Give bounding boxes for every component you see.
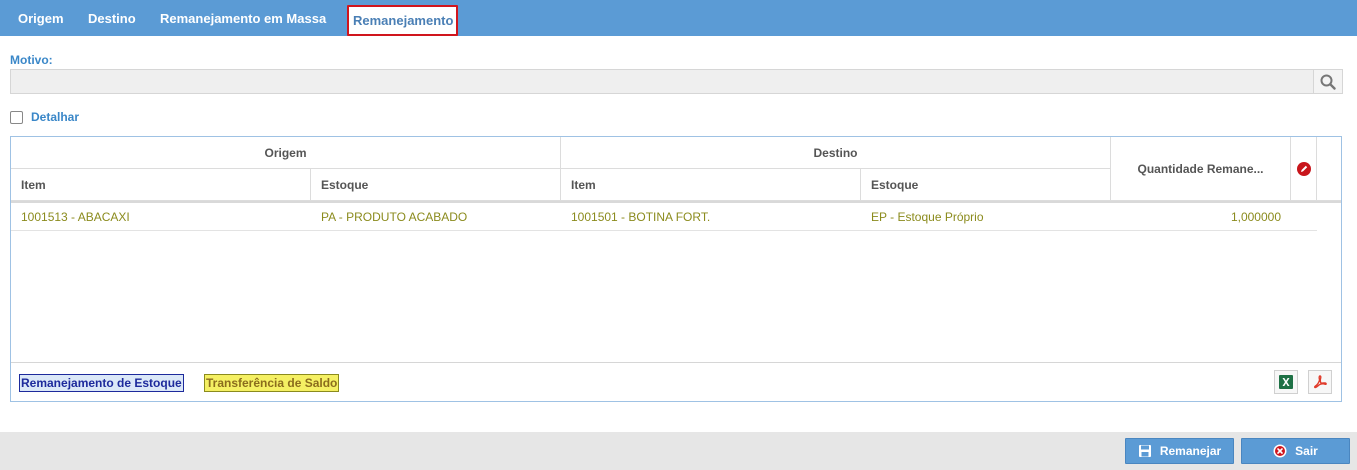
close-circle-icon: [1273, 444, 1287, 458]
column-header-destino-item[interactable]: Item: [561, 169, 861, 201]
legend-remanejamento-estoque: Remanejamento de Estoque: [19, 374, 184, 392]
cell-destino-item: 1001501 - BOTINA FORT.: [571, 210, 711, 224]
remanejamento-grid: Origem Destino Quantidade Remane... Item…: [10, 136, 1342, 402]
pdf-icon: [1314, 375, 1327, 389]
group-header-origem: Origem: [11, 137, 561, 169]
tab-remanejamento[interactable]: Remanejamento: [347, 5, 458, 36]
pencil-icon: [1296, 161, 1311, 176]
cell-origem-estoque: PA - PRODUTO ACABADO: [321, 210, 468, 224]
motivo-label: Motivo:: [10, 53, 53, 67]
motivo-input[interactable]: [10, 69, 1313, 94]
detalhar-checkbox[interactable]: [10, 110, 23, 124]
edit-column-header[interactable]: [1291, 137, 1317, 201]
search-icon: [1320, 74, 1336, 90]
save-icon: [1138, 445, 1151, 457]
export-pdf-button[interactable]: [1308, 370, 1332, 394]
tab-remanejamento-em-massa[interactable]: Remanejamento em Massa: [160, 0, 326, 36]
cell-origem-item: 1001513 - ABACAXI: [21, 210, 130, 224]
column-header-origem-estoque[interactable]: Estoque: [311, 169, 561, 201]
excel-icon: [1279, 375, 1293, 389]
column-header-quantidade[interactable]: Quantidade Remane...: [1111, 137, 1291, 201]
remanejar-label: Remanejar: [1159, 444, 1222, 458]
bottom-action-bar: Remanejar Sair: [0, 432, 1357, 470]
group-header-destino: Destino: [561, 137, 1111, 169]
detalhar-label: Detalhar: [31, 110, 80, 124]
cell-destino-estoque: EP - Estoque Próprio: [871, 210, 984, 224]
sair-label: Sair: [1295, 444, 1318, 458]
cell-quantidade: 1,000000: [1230, 210, 1281, 224]
legend-transferencia-saldo: Transferência de Saldo: [204, 374, 340, 392]
motivo-search-button[interactable]: [1313, 69, 1343, 94]
tab-origem[interactable]: Origem: [18, 0, 64, 36]
grid-footer: Remanejamento de Estoque Transferência d…: [11, 362, 1341, 401]
sair-button[interactable]: Sair: [1241, 438, 1350, 464]
header-scroll-gutter: [1317, 137, 1341, 201]
column-header-destino-estoque[interactable]: Estoque: [861, 169, 1111, 201]
export-excel-button[interactable]: [1274, 370, 1298, 394]
tab-bar: Origem Destino Remanejamento em Massa Re…: [0, 0, 1357, 36]
column-header-origem-item[interactable]: Item: [11, 169, 311, 201]
tab-destino[interactable]: Destino: [88, 0, 136, 36]
detalhar-checkbox-row[interactable]: Detalhar: [10, 110, 79, 124]
remanejar-button[interactable]: Remanejar: [1125, 438, 1234, 464]
table-row[interactable]: 1001513 - ABACAXI PA - PRODUTO ACABADO 1…: [11, 203, 1317, 231]
